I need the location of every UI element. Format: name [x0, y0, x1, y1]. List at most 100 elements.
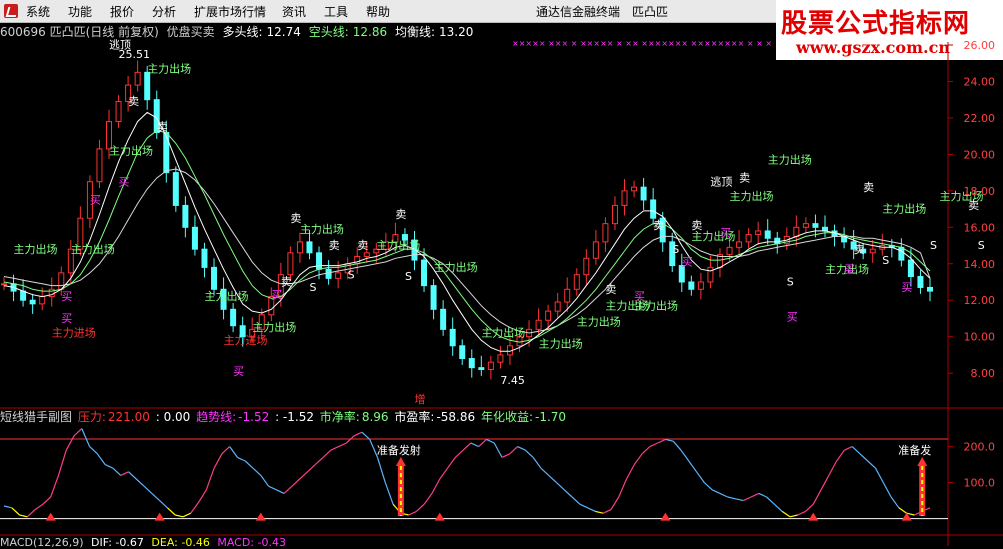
chart-annotation: 主力出场	[882, 202, 926, 216]
trend-line-segment	[703, 482, 713, 491]
candle-body	[39, 296, 46, 305]
chart-annotation: 卖	[968, 199, 979, 212]
candle-body	[821, 226, 828, 232]
chart-canvas[interactable]: 逃顶25.51主力出场卖卖主力出场买买主力出场 主力出场买买主力进场主力出场主力出…	[0, 0, 1003, 546]
candle-body	[134, 71, 141, 86]
candle-body	[144, 71, 151, 101]
trend-line-segment	[641, 446, 651, 455]
chart-annotation: S	[309, 281, 316, 294]
trend-line-segment	[711, 489, 721, 494]
candle-body	[726, 246, 733, 256]
chart-annotation: 卖	[863, 181, 874, 194]
trend-line-segment	[696, 471, 705, 483]
chart-annotation: 卖	[128, 95, 139, 108]
trend-line-segment	[680, 449, 690, 462]
trend-line-segment	[361, 431, 371, 440]
candle-body	[306, 241, 313, 254]
chart-annotation: 25.51	[119, 48, 151, 61]
chart-annotation: S	[672, 243, 679, 256]
candle-body	[688, 281, 695, 290]
trend-line-segment	[812, 489, 822, 505]
candle-body	[478, 367, 485, 370]
chart-annotation: 买	[901, 281, 912, 294]
trend-line-segment	[135, 478, 145, 487]
trend-line-segment	[610, 496, 620, 510]
candle-body	[1, 283, 7, 286]
trend-line-segment	[376, 457, 386, 483]
candle-body	[497, 354, 504, 363]
trend-line-segment	[439, 467, 449, 480]
chart-annotation: 买	[720, 226, 731, 239]
trend-line-segment	[844, 446, 853, 451]
chart-annotation: 卖	[739, 172, 750, 185]
trend-line-segment	[423, 493, 433, 505]
trend-line-segment	[657, 438, 666, 444]
chart-annotation: 卖	[357, 239, 368, 252]
trend-line-segment	[353, 431, 363, 437]
trend-line-segment	[665, 438, 674, 442]
chart-annotation: 主力出场	[109, 143, 153, 157]
trend-line-segment	[221, 446, 231, 455]
candle-body	[707, 266, 714, 283]
up-arrow-icon	[660, 512, 671, 521]
chart-annotation: S	[787, 276, 794, 289]
chart-annotation: 主力出场	[481, 326, 525, 340]
trend-line-segment	[579, 503, 588, 509]
candle-body	[230, 308, 237, 327]
chart-annotation: 主力出场	[730, 189, 774, 203]
trend-line-segment	[797, 510, 806, 516]
candle-body	[325, 268, 332, 279]
trend-line-segment	[875, 467, 884, 483]
candle-body	[487, 361, 494, 370]
trend-line-segment	[151, 492, 161, 502]
chart-annotation: 主力出场	[768, 152, 812, 166]
trend-line-segment	[727, 496, 736, 500]
candle-body	[287, 252, 294, 276]
chart-annotation: 买	[844, 263, 855, 276]
balance-line	[3, 168, 931, 334]
trend-line-segment	[540, 467, 550, 476]
candle-body	[211, 266, 218, 290]
chart-annotation: 卖	[653, 219, 664, 232]
launch-arrow-icon	[917, 457, 928, 466]
candle-body	[554, 301, 561, 312]
trend-line-segment	[649, 442, 658, 448]
chart-annotation: 主力进场	[52, 326, 96, 340]
price-tick-label: 26.00	[964, 39, 996, 52]
chart-annotation: 买	[61, 312, 72, 325]
chart-annotation: S	[348, 268, 355, 281]
candle-body	[296, 241, 303, 254]
chart-annotation: 买	[682, 256, 693, 269]
candle-body	[898, 246, 905, 261]
trend-line-segment	[625, 464, 635, 480]
launch-signal-label: 准备发	[898, 443, 931, 457]
launch-signal-label: 准备发射	[377, 443, 421, 457]
candle-body	[573, 274, 580, 290]
trend-line-segment	[587, 507, 596, 512]
trend-line-segment	[789, 514, 798, 518]
candle-body	[115, 101, 122, 123]
candle-body	[163, 132, 170, 174]
chart-annotation: 7.45	[500, 374, 524, 387]
trend-line-segment	[898, 507, 907, 514]
chart-bottom-mark: 增	[414, 392, 425, 406]
chart-annotation: S	[930, 239, 937, 252]
trend-line-segment	[205, 467, 215, 491]
trend-line-segment	[283, 485, 293, 494]
trend-line-segment	[175, 514, 184, 518]
trend-line-segment	[104, 464, 114, 469]
trend-line-segment	[128, 471, 137, 480]
chart-annotation: 买	[233, 365, 244, 378]
trend-line-segment	[330, 446, 339, 451]
candle-body	[583, 257, 590, 276]
price-tick-label: 24.00	[964, 75, 996, 88]
trend-line-segment	[190, 502, 200, 514]
chart-annotation: 卖	[605, 283, 616, 296]
chart-annotation: 主力出场	[14, 242, 58, 256]
candle-body	[640, 186, 647, 201]
trend-line-segment	[65, 435, 75, 451]
trend-line-segment	[96, 453, 106, 465]
trend-line-segment	[735, 498, 744, 502]
trend-line-segment	[19, 514, 28, 518]
trend-line-segment	[524, 449, 534, 458]
